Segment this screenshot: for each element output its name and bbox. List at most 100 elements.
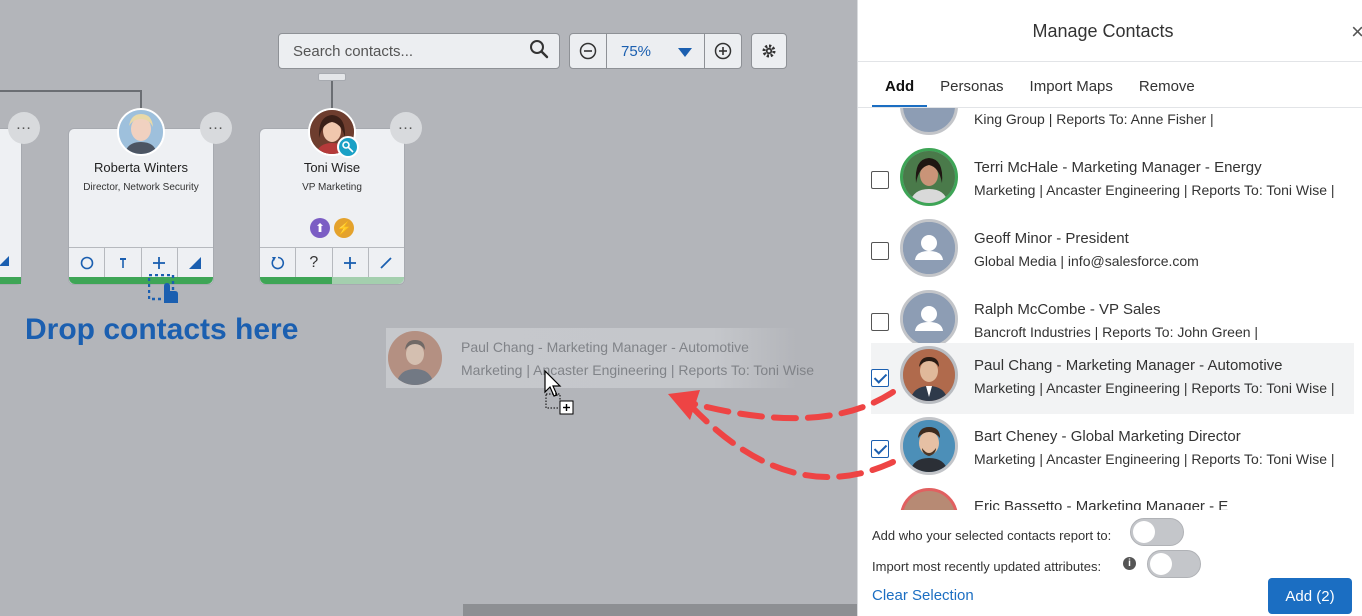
tab-personas[interactable]: Personas: [927, 72, 1016, 108]
card-action-help[interactable]: ?: [296, 248, 333, 277]
contact-checkbox[interactable]: [871, 440, 889, 458]
avatar: [900, 290, 958, 348]
ghost-detail-line: Marketing | Ancaster Engineering | Repor…: [461, 362, 815, 378]
card-action-refresh[interactable]: [260, 248, 297, 277]
card-title: VP Marketing: [302, 182, 362, 193]
contact-name: Geoff Minor - President: [974, 230, 1129, 247]
zoom-in-button[interactable]: [705, 34, 741, 68]
card-action-circle[interactable]: [69, 248, 106, 277]
contact-detail: Bancroft Industries | Reports To: John G…: [974, 324, 1259, 340]
card-action-edit[interactable]: [369, 248, 404, 277]
tab-import-maps[interactable]: Import Maps: [1017, 72, 1126, 108]
contact-name: Ralph McCombe - VP Sales: [974, 301, 1161, 318]
contact-detail: Marketing | Ancaster Engineering | Repor…: [974, 380, 1335, 396]
report-to-toggle[interactable]: [1130, 518, 1184, 546]
zoom-in-icon: [714, 42, 732, 60]
list-item[interactable]: Eric Bassetto - Marketing Manager - E: [871, 488, 1354, 510]
card-action-add[interactable]: [333, 248, 369, 277]
zoom-control: 75%: [569, 33, 742, 69]
card-title: Director, Network Security: [83, 182, 199, 193]
card-progress: [0, 277, 21, 284]
pencil-icon: [380, 256, 393, 269]
more-icon: …: [15, 116, 33, 133]
circle-icon: [80, 256, 93, 269]
corner-triangle-icon: [189, 256, 202, 269]
panel-tabs: Add Personas Import Maps Remove: [872, 72, 1208, 108]
contact-name: Eric Bassetto - Marketing Manager - E: [974, 498, 1229, 510]
lightning-badge-icon[interactable]: ⚡: [334, 218, 354, 238]
contact-detail: Marketing | Ancaster Engineering | Repor…: [974, 451, 1335, 467]
card-progress-fill: [69, 277, 213, 284]
card-action-corner[interactable]: [178, 248, 213, 277]
card-action-pin[interactable]: [105, 248, 142, 277]
more-icon: …: [397, 116, 415, 133]
plus-icon: [153, 256, 166, 269]
search-input[interactable]: [293, 42, 529, 60]
zoom-out-icon: [579, 42, 597, 60]
card-progress-fill: [260, 277, 332, 284]
settings-button[interactable]: [751, 33, 787, 69]
contact-checkbox[interactable]: [871, 171, 889, 189]
zoom-value: 75%: [621, 42, 652, 60]
card-progress: [69, 277, 213, 284]
card-name: Roberta Winters: [94, 160, 188, 175]
zoom-select[interactable]: 75%: [606, 34, 705, 68]
edit-icon[interactable]: [0, 256, 9, 266]
contact-checkbox[interactable]: [871, 313, 889, 331]
list-item[interactable]: Geoff Minor - President Global Media | i…: [871, 193, 1354, 277]
more-options-button[interactable]: …: [390, 112, 422, 144]
tab-add[interactable]: Add: [872, 72, 928, 108]
zoom-out-button[interactable]: [570, 34, 606, 68]
more-options-button[interactable]: …: [8, 112, 40, 144]
info-icon[interactable]: i: [1123, 557, 1136, 570]
panel-header: Manage Contacts ×: [858, 0, 1362, 62]
list-item[interactable]: King Group | Reports To: Anne Fisher |: [871, 108, 1354, 135]
avatar: [900, 346, 958, 404]
list-item[interactable]: Paul Chang - Marketing Manager - Automot…: [871, 343, 1354, 414]
contact-checkbox[interactable]: [871, 369, 889, 387]
horizontal-scrollbar[interactable]: [463, 604, 857, 616]
contact-list[interactable]: King Group | Reports To: Anne Fisher | T…: [858, 108, 1362, 510]
drop-hint: Drop contacts here: [25, 313, 299, 346]
more-icon: …: [207, 116, 225, 133]
list-item[interactable]: Bart Cheney - Global Marketing Director …: [871, 414, 1354, 485]
add-button[interactable]: Add (2): [1268, 578, 1352, 614]
manage-contacts-panel: Manage Contacts × Add Personas Import Ma…: [857, 0, 1362, 616]
close-icon[interactable]: ×: [1351, 19, 1362, 45]
card-actions: ?: [260, 247, 404, 277]
question-icon: ?: [309, 253, 319, 271]
chevron-down-icon: [678, 48, 692, 57]
report-to-option-label: Add who your selected contacts report to…: [872, 528, 1112, 543]
contact-name: Bart Cheney - Global Marketing Director: [974, 428, 1241, 445]
pin-icon: [119, 257, 126, 268]
panel-title: Manage Contacts: [1032, 21, 1174, 41]
more-options-button[interactable]: …: [200, 112, 232, 144]
contact-name: Paul Chang - Marketing Manager - Automot…: [974, 357, 1283, 374]
contact-checkbox[interactable]: [871, 242, 889, 260]
refresh-icon: [271, 256, 284, 269]
avatar: [900, 488, 958, 510]
import-attributes-toggle[interactable]: [1147, 550, 1201, 578]
person-icon: [903, 293, 955, 345]
clear-selection-link[interactable]: Clear Selection: [872, 587, 974, 604]
drag-ghost: Paul Chang - Marketing Manager - Automot…: [386, 328, 814, 388]
collapse-handle[interactable]: [318, 73, 346, 81]
gear-icon: [762, 44, 776, 58]
upgrade-badge-icon[interactable]: ⬆: [310, 218, 330, 238]
card-progress: [260, 277, 404, 284]
tab-remove[interactable]: Remove: [1126, 72, 1208, 108]
org-chart-canvas[interactable]: 75% … Roberta Winters Director, Network …: [0, 0, 857, 616]
contact-name: Terri McHale - Marketing Manager - Energ…: [974, 159, 1262, 176]
search-box: [278, 33, 560, 69]
list-item[interactable]: Ralph McCombe - VP Sales Bancroft Indust…: [871, 264, 1354, 348]
card-name: Toni Wise: [303, 160, 361, 175]
drag-cursor-icon: [544, 369, 578, 423]
avatar: [388, 331, 442, 385]
card-actions: [69, 247, 213, 277]
search-icon[interactable]: [529, 39, 549, 64]
card-action-add[interactable]: [142, 248, 178, 277]
list-item[interactable]: Terri McHale - Marketing Manager - Energ…: [871, 122, 1354, 206]
org-card-partial[interactable]: [0, 128, 22, 285]
panel-footer: Add who your selected contacts report to…: [858, 510, 1362, 616]
ghost-name-line: Paul Chang - Marketing Manager - Automot…: [461, 339, 749, 355]
